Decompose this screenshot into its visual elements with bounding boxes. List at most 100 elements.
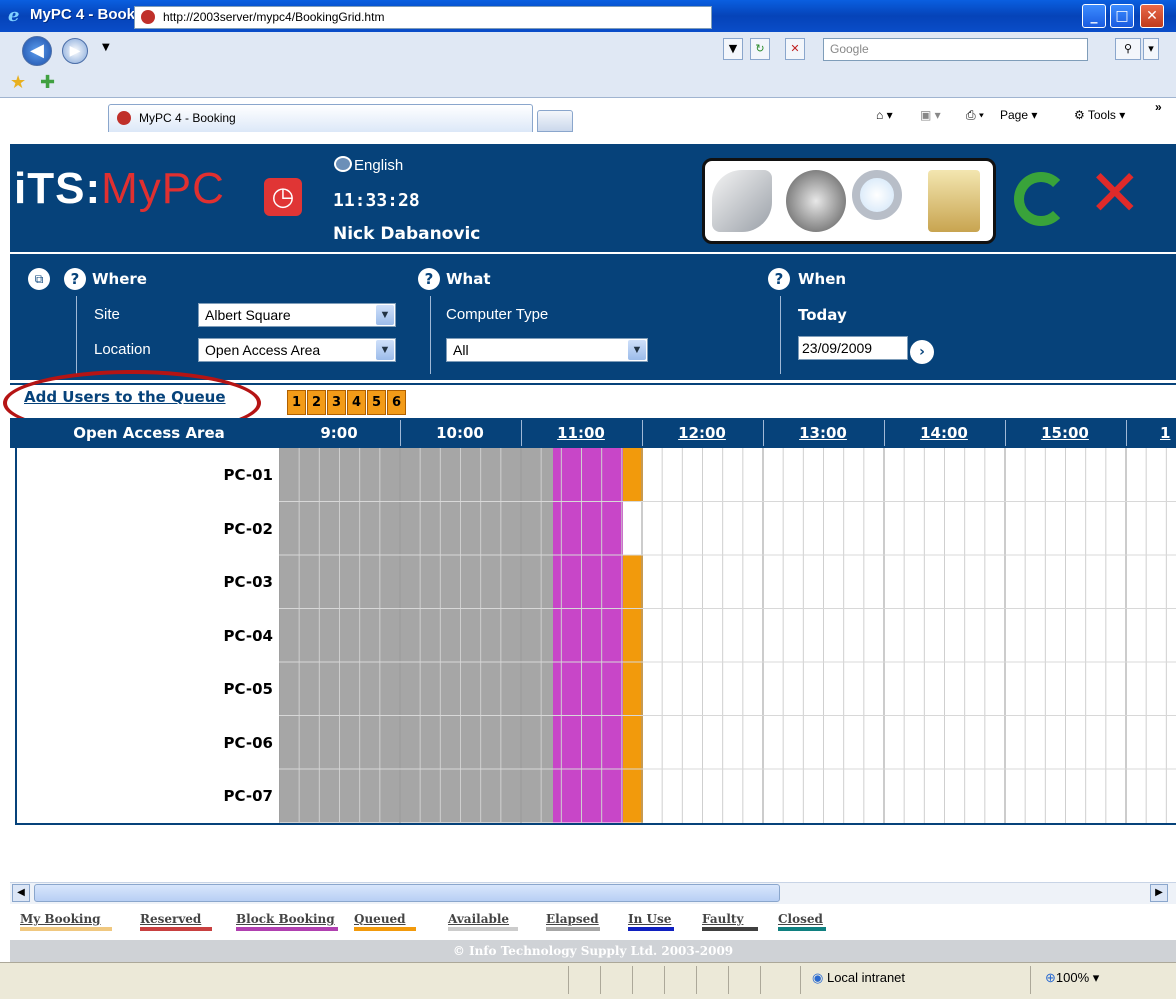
- address-bar[interactable]: http://2003server/mypc4/BookingGrid.htm: [134, 6, 712, 29]
- pc-row-label: PC-01: [223, 466, 273, 484]
- area-label: Open Access Area: [73, 424, 225, 442]
- add-favorites-icon[interactable]: ✚: [40, 72, 55, 93]
- queued-slot[interactable]: [623, 555, 643, 609]
- zoom-control[interactable]: ⊕100% ▾: [1045, 970, 1099, 986]
- page-menu[interactable]: Page ▾: [1000, 108, 1037, 122]
- queue-page-button[interactable]: 1: [287, 390, 306, 415]
- legend-swatch: [702, 927, 758, 931]
- favorites-star-icon[interactable]: ★: [10, 72, 26, 93]
- security-zone[interactable]: ◉ Local intranet: [812, 970, 905, 986]
- home-icon[interactable]: ⌂ ▾: [876, 108, 893, 122]
- scroll-left-button[interactable]: ◀: [12, 884, 30, 902]
- elapsed-slot[interactable]: [279, 662, 553, 716]
- hour-divider: [763, 420, 764, 446]
- block-booking-slot[interactable]: [553, 448, 623, 502]
- block-booking-slot[interactable]: [553, 555, 623, 609]
- what-help-icon[interactable]: ?: [418, 268, 440, 290]
- maximize-button[interactable]: □: [1110, 4, 1134, 28]
- user-name: Nick Dabanovic: [333, 224, 481, 244]
- chevron-down-icon: ▼: [376, 340, 394, 360]
- browser-tab[interactable]: MyPC 4 - Booking: [108, 104, 533, 132]
- block-booking-slot[interactable]: [553, 608, 623, 663]
- queue-page-button[interactable]: 5: [367, 390, 386, 415]
- more-commands-icon[interactable]: »: [1155, 100, 1162, 114]
- clock: 11:33:28: [333, 190, 420, 211]
- where-help-icon[interactable]: ?: [64, 268, 86, 290]
- block-booking-slot[interactable]: [553, 662, 623, 716]
- tab-title: MyPC 4 - Booking: [139, 111, 236, 125]
- site-select[interactable]: Albert Square ▼: [198, 303, 396, 327]
- pc-row-label: PC-03: [223, 573, 273, 591]
- speech-bubble-icon: [334, 156, 352, 172]
- elapsed-slot[interactable]: [279, 608, 553, 663]
- queued-slot[interactable]: [623, 608, 643, 663]
- tab-favicon-icon: [117, 111, 131, 125]
- address-dropdown-icon[interactable]: ▼: [723, 38, 743, 60]
- when-help-icon[interactable]: ?: [768, 268, 790, 290]
- new-tab-button[interactable]: [537, 110, 573, 132]
- close-icon[interactable]: ✕: [1088, 162, 1142, 226]
- legend-swatch: [354, 927, 416, 931]
- scroll-right-button[interactable]: ▶: [1150, 884, 1168, 902]
- pc-row-label: PC-07: [223, 787, 273, 805]
- elapsed-slot[interactable]: [279, 501, 553, 556]
- language-selector[interactable]: English: [334, 156, 403, 174]
- queue-page-button[interactable]: 6: [387, 390, 406, 415]
- back-button[interactable]: ◀: [22, 36, 52, 66]
- tools-menu[interactable]: ⚙ Tools ▾: [1074, 108, 1125, 122]
- queue-page-button[interactable]: 4: [347, 390, 366, 415]
- queue-page-button[interactable]: 3: [327, 390, 346, 415]
- block-booking-slot[interactable]: [553, 715, 623, 770]
- hour-header[interactable]: 13:00: [763, 424, 883, 442]
- zoom-icon: ⊕: [1045, 970, 1056, 985]
- queued-slot[interactable]: [623, 448, 643, 502]
- date-input[interactable]: 23/09/2009: [798, 336, 908, 360]
- computer-type-value: All: [453, 342, 469, 358]
- expand-icon[interactable]: ⧉: [28, 268, 50, 290]
- status-cell: [696, 966, 697, 994]
- legend-label: Block Booking: [236, 912, 335, 926]
- search-options-icon[interactable]: ▾: [1143, 38, 1159, 60]
- search-icon[interactable]: ⚲: [1115, 38, 1141, 60]
- legend-label: Reserved: [140, 912, 202, 926]
- next-date-icon[interactable]: ›: [910, 340, 934, 364]
- booking-grid[interactable]: [279, 448, 1176, 823]
- search-input[interactable]: Google: [823, 38, 1088, 61]
- reports-folder-icon[interactable]: [928, 170, 980, 232]
- elapsed-slot[interactable]: [279, 715, 553, 770]
- hour-header[interactable]: 11:00: [521, 424, 641, 442]
- queue-page-button[interactable]: 2: [307, 390, 326, 415]
- hour-header[interactable]: 1: [1160, 424, 1176, 442]
- block-booking-slot[interactable]: [553, 501, 623, 556]
- hour-header[interactable]: 15:00: [1005, 424, 1125, 442]
- refresh-icon[interactable]: [1014, 172, 1068, 226]
- forward-button[interactable]: ▶: [62, 38, 88, 64]
- elapsed-slot[interactable]: [279, 555, 553, 609]
- close-window-button[interactable]: ✕: [1140, 4, 1164, 28]
- stop-icon[interactable]: ✕: [785, 38, 805, 60]
- today-label: Today: [798, 306, 847, 324]
- queued-slot[interactable]: [623, 662, 643, 716]
- computer-type-select[interactable]: All ▼: [446, 338, 648, 362]
- clock-schedule-icon[interactable]: [786, 170, 846, 232]
- hour-header[interactable]: 14:00: [884, 424, 1004, 442]
- print-icon[interactable]: ⎙ ▾: [966, 108, 984, 123]
- queued-slot[interactable]: [623, 769, 643, 823]
- feeds-icon[interactable]: ▣ ▾: [920, 108, 941, 122]
- legend-swatch: [778, 927, 826, 931]
- hour-header[interactable]: 12:00: [642, 424, 762, 442]
- legend-label: Available: [448, 912, 510, 926]
- queued-slot[interactable]: [623, 715, 643, 770]
- divider: [430, 296, 431, 374]
- block-booking-slot[interactable]: [553, 769, 623, 823]
- location-select[interactable]: Open Access Area ▼: [198, 338, 396, 362]
- settings-wrench-icon[interactable]: [712, 170, 772, 232]
- refresh-page-icon[interactable]: ↻: [750, 38, 770, 60]
- elapsed-slot[interactable]: [279, 448, 553, 502]
- search-magnifier-icon[interactable]: [852, 170, 902, 220]
- minimize-button[interactable]: _: [1082, 4, 1106, 28]
- scroll-thumb[interactable]: [34, 884, 780, 902]
- history-dropdown-icon[interactable]: ▼: [102, 42, 110, 53]
- elapsed-slot[interactable]: [279, 769, 553, 823]
- status-cell: [728, 966, 729, 994]
